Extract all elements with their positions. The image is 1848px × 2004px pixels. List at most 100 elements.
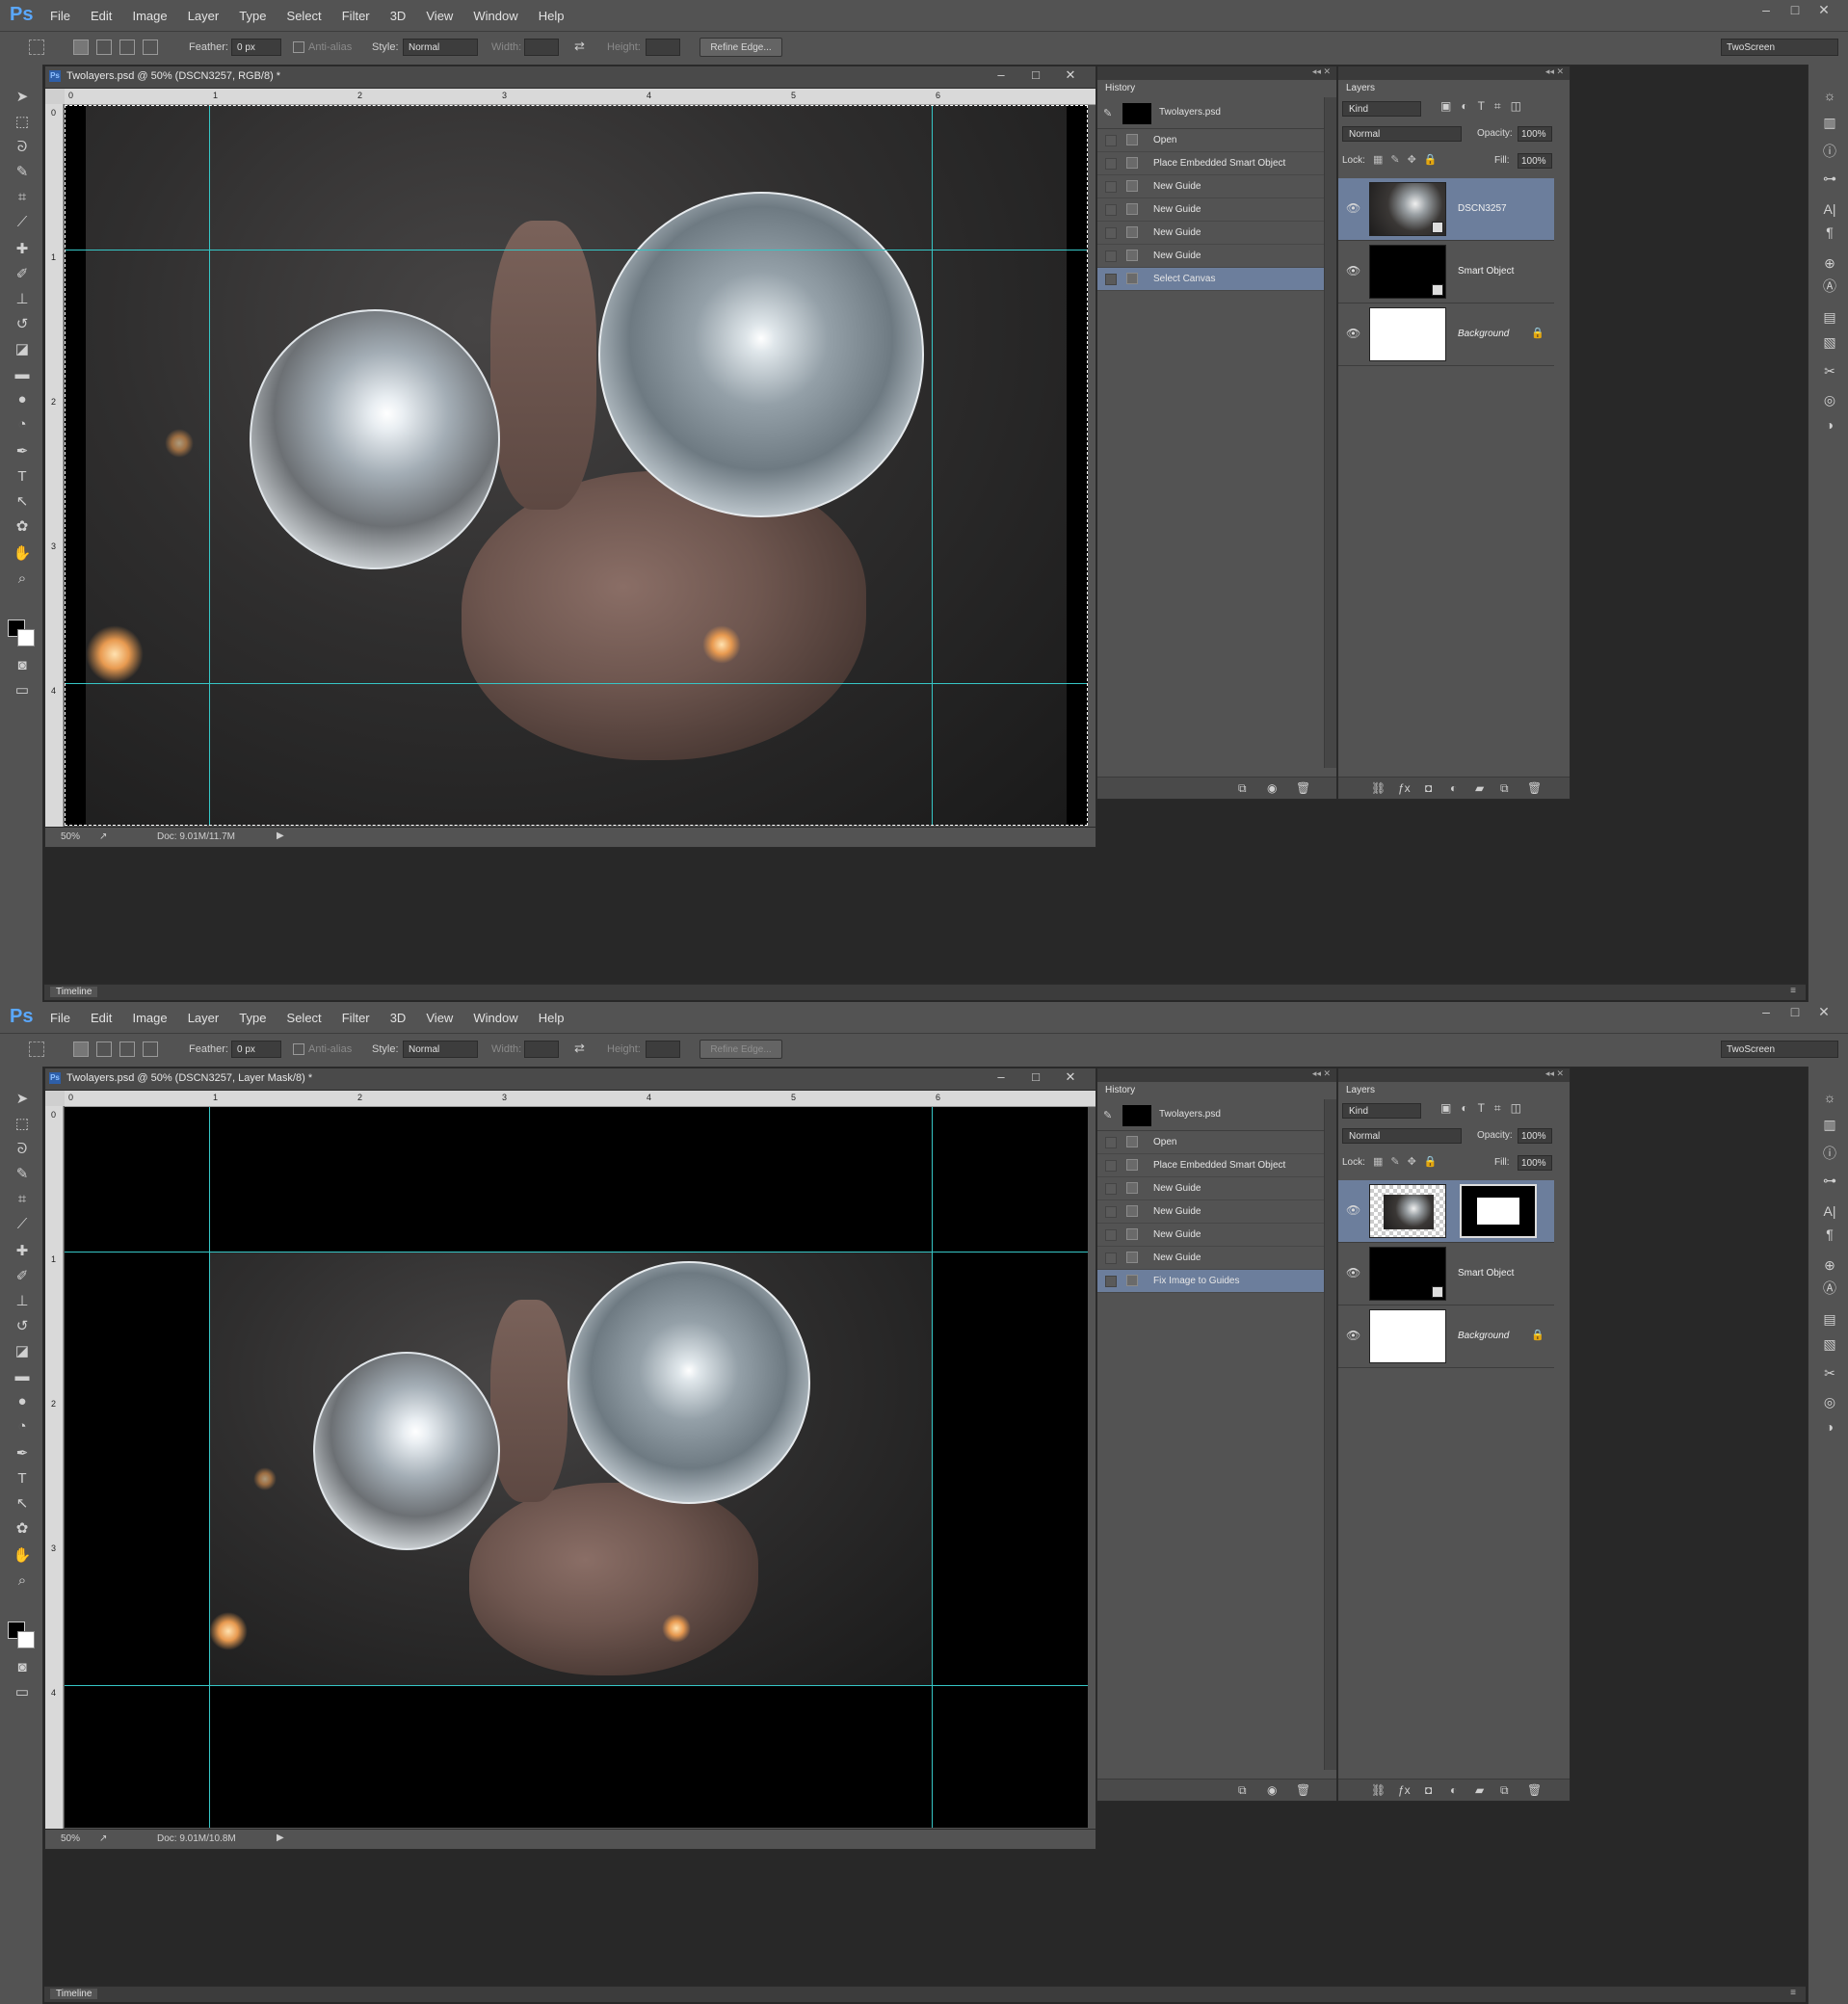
histogram-icon[interactable]: ▥: [1819, 113, 1840, 132]
gradient-tool-icon[interactable]: ▬: [12, 365, 33, 384]
quick-mask-icon[interactable]: ◙: [12, 656, 33, 675]
history-checkbox[interactable]: [1105, 158, 1117, 170]
history-checkbox[interactable]: [1105, 250, 1117, 262]
histogram-icon[interactable]: ▥: [1819, 1115, 1840, 1134]
new-layer-icon[interactable]: ⧉: [1500, 781, 1509, 796]
zoom-level[interactable]: 50%: [61, 831, 80, 842]
history-item[interactable]: Open: [1097, 129, 1325, 152]
shape-tool-icon[interactable]: ✿: [12, 1519, 33, 1539]
collapse-icon[interactable]: ◂◂ ✕: [1545, 66, 1564, 77]
add-mask-icon[interactable]: ◘: [1425, 1783, 1432, 1797]
doc-close-button[interactable]: ✕: [1053, 67, 1088, 83]
history-checkbox[interactable]: [1105, 1252, 1117, 1264]
history-checkbox[interactable]: [1105, 1183, 1117, 1195]
share-icon[interactable]: ↗: [99, 1833, 107, 1844]
maximize-button[interactable]: □: [1781, 1004, 1809, 1019]
guide-vertical[interactable]: [932, 1107, 933, 1828]
maximize-button[interactable]: □: [1781, 2, 1809, 17]
notes-icon[interactable]: ▧: [1819, 1334, 1840, 1354]
eraser-tool-icon[interactable]: ◪: [12, 1342, 33, 1361]
crop-tool-icon[interactable]: ⌗: [12, 1190, 33, 1209]
zoom-tool-icon[interactable]: ⌕: [12, 569, 33, 589]
menu-window[interactable]: Window: [473, 1011, 517, 1025]
history-checkbox[interactable]: [1105, 1206, 1117, 1218]
styles-icon[interactable]: ◑: [1819, 415, 1840, 435]
info-icon[interactable]: ⓘ: [1819, 1144, 1840, 1163]
screen-mode-icon[interactable]: ▭: [12, 681, 33, 700]
menu-image[interactable]: Image: [132, 9, 167, 23]
camera-icon[interactable]: ◉: [1267, 781, 1277, 795]
canvas[interactable]: [65, 105, 1088, 826]
3d-icon[interactable]: ◎: [1819, 1392, 1840, 1411]
layer-row-dscn3257[interactable]: 👁 DSCN3257: [1338, 178, 1554, 241]
intersect-selection-icon[interactable]: [143, 40, 158, 55]
add-selection-icon[interactable]: [96, 1042, 112, 1057]
history-item[interactable]: New Guide: [1097, 198, 1325, 222]
status-menu-arrow-icon[interactable]: ▶: [277, 1833, 284, 1843]
layer-row-dscn3257-masked[interactable]: 👁: [1338, 1180, 1554, 1243]
fx-icon[interactable]: ƒx: [1398, 1783, 1411, 1797]
eye-icon[interactable]: 👁: [1346, 327, 1360, 340]
share-icon[interactable]: ↗: [99, 831, 107, 842]
paragraph-icon[interactable]: ¶: [1819, 1225, 1840, 1244]
layer-row-smart-object[interactable]: 👁 Smart Object: [1338, 241, 1554, 303]
workspace-select[interactable]: TwoScreen: [1721, 39, 1838, 56]
history-item[interactable]: New Guide: [1097, 1247, 1325, 1270]
hand-tool-icon[interactable]: ✋: [12, 544, 33, 564]
history-checkbox[interactable]: [1105, 1160, 1117, 1172]
new-selection-icon[interactable]: [73, 40, 89, 55]
history-item[interactable]: Open: [1097, 1131, 1325, 1154]
doc-close-button[interactable]: ✕: [1053, 1069, 1088, 1085]
width-input[interactable]: [524, 39, 559, 56]
crop-tool-icon[interactable]: ⌗: [12, 188, 33, 207]
history-item[interactable]: New Guide: [1097, 175, 1325, 198]
quick-select-tool-icon[interactable]: ✎: [12, 1165, 33, 1184]
blur-tool-icon[interactable]: ●: [12, 1392, 33, 1411]
menu-3d[interactable]: 3D: [390, 1011, 407, 1025]
character-icon[interactable]: A|: [1819, 1201, 1840, 1221]
vertical-ruler[interactable]: 0 1 2 3 4: [45, 1106, 64, 1829]
dodge-tool-icon[interactable]: ◔: [12, 415, 33, 435]
add-selection-icon[interactable]: [96, 40, 112, 55]
close-button[interactable]: ✕: [1809, 2, 1838, 18]
blend-mode-select[interactable]: Normal: [1342, 126, 1462, 142]
menu-filter[interactable]: Filter: [342, 1011, 370, 1025]
width-input[interactable]: [524, 1041, 559, 1058]
menu-window[interactable]: Window: [473, 9, 517, 23]
refine-edge-button[interactable]: Refine Edge...: [700, 38, 782, 57]
minimize-button[interactable]: –: [1752, 1004, 1781, 1019]
history-checkbox[interactable]: [1105, 181, 1117, 193]
lock-icons[interactable]: ▦✎✥🔒: [1373, 1155, 1445, 1168]
brush-tool-icon[interactable]: ✐: [12, 1267, 33, 1286]
history-snapshot[interactable]: ✎ Twolayers.psd: [1097, 97, 1325, 129]
trash-icon[interactable]: 🗑: [1296, 781, 1310, 795]
history-snapshot[interactable]: ✎ Twolayers.psd: [1097, 1099, 1325, 1131]
tab-layers[interactable]: Layers: [1338, 80, 1384, 97]
history-checkbox[interactable]: [1105, 227, 1117, 239]
history-item-selected[interactable]: Select Canvas: [1097, 268, 1325, 291]
link-icon[interactable]: ⛓: [1371, 781, 1386, 795]
hand-tool-icon[interactable]: ✋: [12, 1546, 33, 1566]
ruler-origin[interactable]: [45, 89, 65, 104]
history-brush-tool-icon[interactable]: ↺: [12, 1317, 33, 1336]
collapse-icon[interactable]: ◂◂ ✕: [1545, 1068, 1564, 1079]
tab-layers[interactable]: Layers: [1338, 1082, 1384, 1099]
gradient-tool-icon[interactable]: ▬: [12, 1367, 33, 1386]
pen-tool-icon[interactable]: ✒: [12, 1444, 33, 1463]
layer-filter-kind[interactable]: Kind: [1342, 1103, 1421, 1119]
feather-input[interactable]: 0 px: [231, 1041, 281, 1058]
history-checkbox[interactable]: [1105, 1137, 1117, 1148]
layer-filter-icons[interactable]: ▣◐T⌗◫: [1440, 1101, 1531, 1116]
paragraph-icon[interactable]: ¶: [1819, 223, 1840, 242]
healing-tool-icon[interactable]: ✚: [12, 240, 33, 259]
history-checkbox[interactable]: [1105, 1229, 1117, 1241]
history-scrollbar[interactable]: [1324, 1099, 1336, 1770]
menu-help[interactable]: Help: [539, 9, 565, 23]
eyedropper-tool-icon[interactable]: ⟋: [12, 1215, 33, 1234]
tab-history[interactable]: History: [1097, 1082, 1144, 1099]
screen-mode-icon[interactable]: ▭: [12, 1683, 33, 1702]
layer-row-smart-object[interactable]: 👁 Smart Object: [1338, 1243, 1554, 1305]
history-item[interactable]: New Guide: [1097, 1177, 1325, 1200]
link-icon[interactable]: ⛓: [1371, 1783, 1386, 1797]
history-item[interactable]: New Guide: [1097, 222, 1325, 245]
